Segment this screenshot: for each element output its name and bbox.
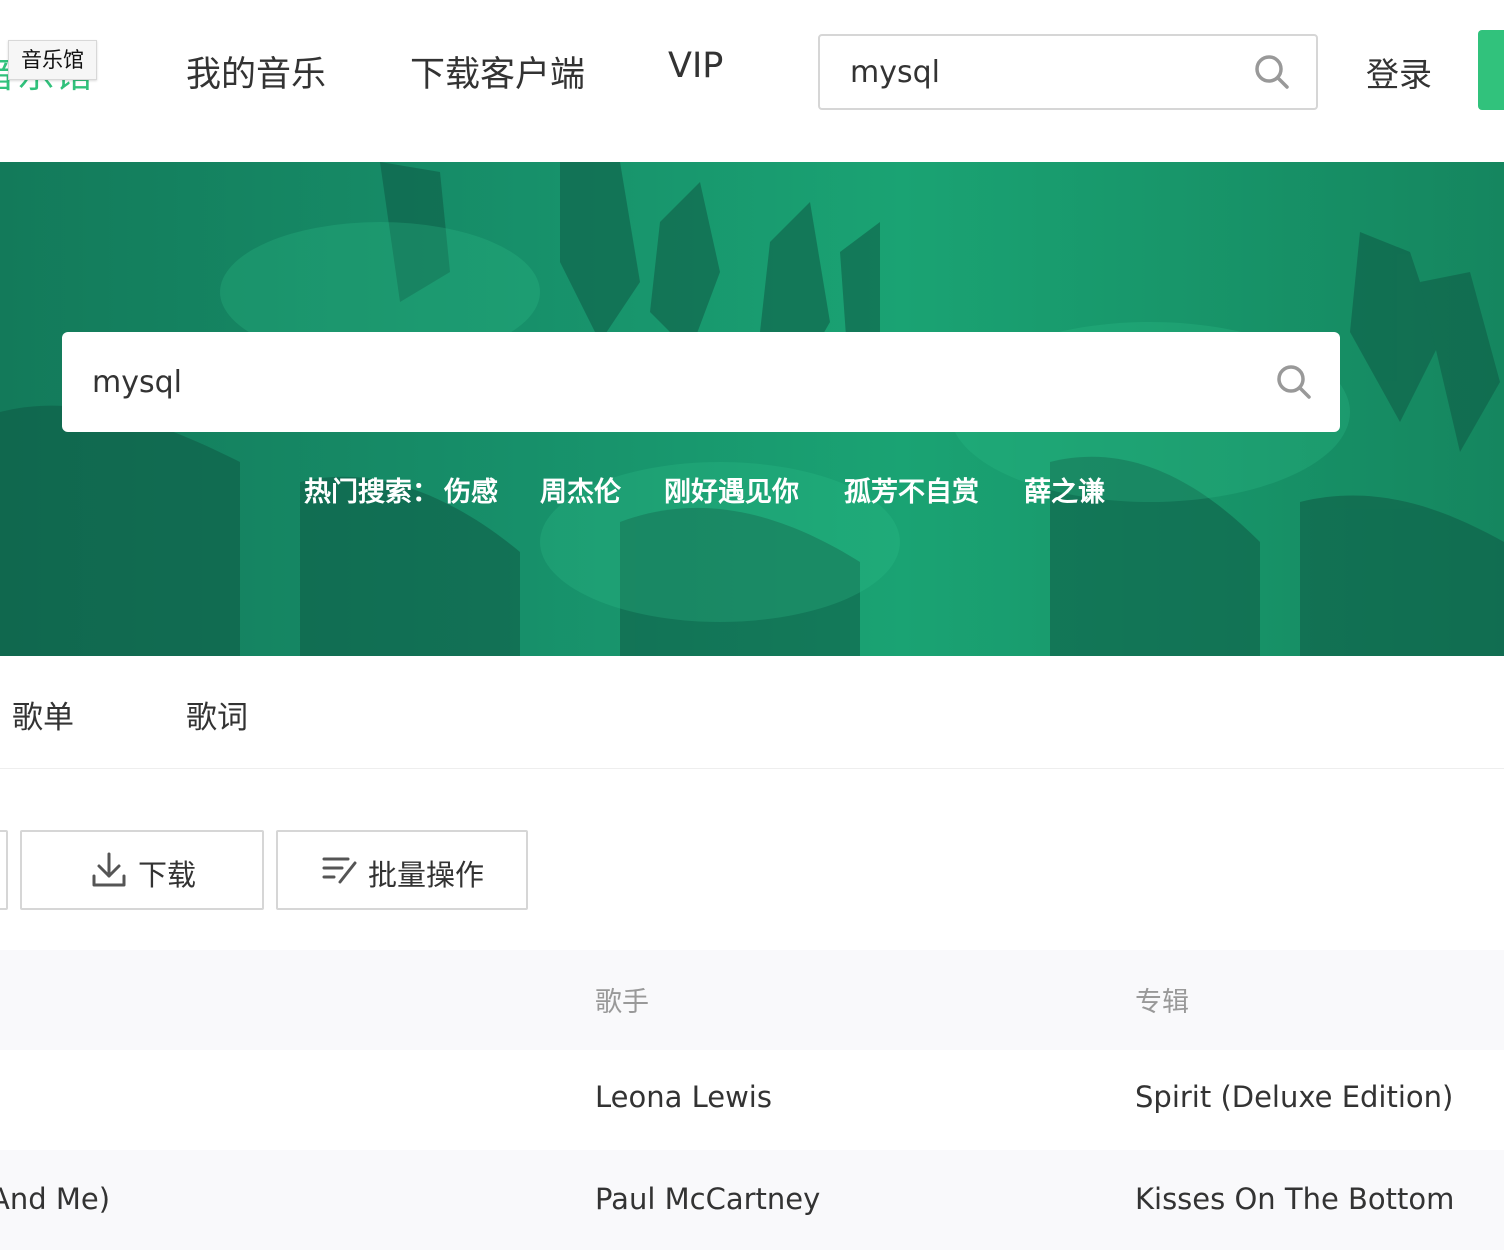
hot-search-label: 热门搜索： bbox=[304, 477, 439, 508]
tab-lyrics[interactable]: 歌词 bbox=[186, 692, 248, 737]
download-icon bbox=[92, 852, 126, 887]
hot-search-item[interactable]: 周杰伦 bbox=[540, 470, 621, 509]
main-search-input[interactable] bbox=[92, 360, 1192, 404]
open-vip-button[interactable] bbox=[1478, 30, 1504, 110]
search-icon[interactable] bbox=[1276, 364, 1312, 400]
batch-edit-icon bbox=[322, 857, 357, 884]
table-row[interactable]: Leona Lewis Spirit (Deluxe Edition) bbox=[0, 1050, 1504, 1150]
play-all-button[interactable] bbox=[0, 830, 8, 910]
singer-link[interactable]: Leona Lewis bbox=[595, 1080, 772, 1114]
logo-tooltip: 音乐馆 bbox=[8, 40, 97, 80]
song-title[interactable]: And Me) bbox=[0, 1182, 110, 1216]
column-header-singer: 歌手 bbox=[595, 987, 649, 1018]
search-icon[interactable] bbox=[1254, 54, 1290, 90]
nav-vip[interactable]: VIP bbox=[668, 46, 723, 86]
login-link[interactable]: 登录 bbox=[1366, 48, 1432, 96]
album-link[interactable]: Kisses On The Bottom bbox=[1135, 1182, 1454, 1216]
table-row[interactable]: And Me) Paul McCartney Kisses On The Bot… bbox=[0, 1150, 1504, 1250]
top-header: 音乐馆 音乐馆 我的音乐 下载客户端 VIP 登录 bbox=[0, 0, 1504, 162]
singer-link[interactable]: Paul McCartney bbox=[595, 1182, 820, 1216]
search-banner: 热门搜索： 伤感 周杰伦 刚好遇见你 孤芳不自赏 薛之谦 bbox=[0, 162, 1504, 656]
hot-search-item[interactable]: 薛之谦 bbox=[1024, 470, 1105, 509]
tab-playlist[interactable]: 歌单 bbox=[12, 692, 74, 737]
nav-download-client[interactable]: 下载客户端 bbox=[410, 46, 585, 97]
header-search-box bbox=[818, 34, 1318, 110]
download-button[interactable]: 下载 bbox=[20, 830, 264, 910]
main-search-box bbox=[62, 332, 1340, 432]
batch-operation-label: 批量操作 bbox=[368, 858, 485, 892]
result-type-tabs: 歌单 歌词 bbox=[0, 656, 1504, 769]
download-button-label: 下载 bbox=[138, 858, 197, 892]
hot-search-item[interactable]: 孤芳不自赏 bbox=[844, 470, 979, 509]
column-header-album: 专辑 bbox=[1135, 987, 1189, 1018]
song-table-header: 歌手 专辑 bbox=[0, 950, 1504, 1050]
nav-my-music[interactable]: 我的音乐 bbox=[186, 46, 326, 97]
header-search-input[interactable] bbox=[850, 50, 1250, 94]
album-link[interactable]: Spirit (Deluxe Edition) bbox=[1135, 1080, 1453, 1114]
hot-search-bar: 热门搜索： 伤感 周杰伦 刚好遇见你 孤芳不自赏 薛之谦 bbox=[0, 470, 1504, 510]
batch-operation-button[interactable]: 批量操作 bbox=[276, 830, 528, 910]
hot-search-item[interactable]: 刚好遇见你 bbox=[664, 470, 799, 509]
hot-search-item[interactable]: 伤感 bbox=[444, 470, 498, 509]
